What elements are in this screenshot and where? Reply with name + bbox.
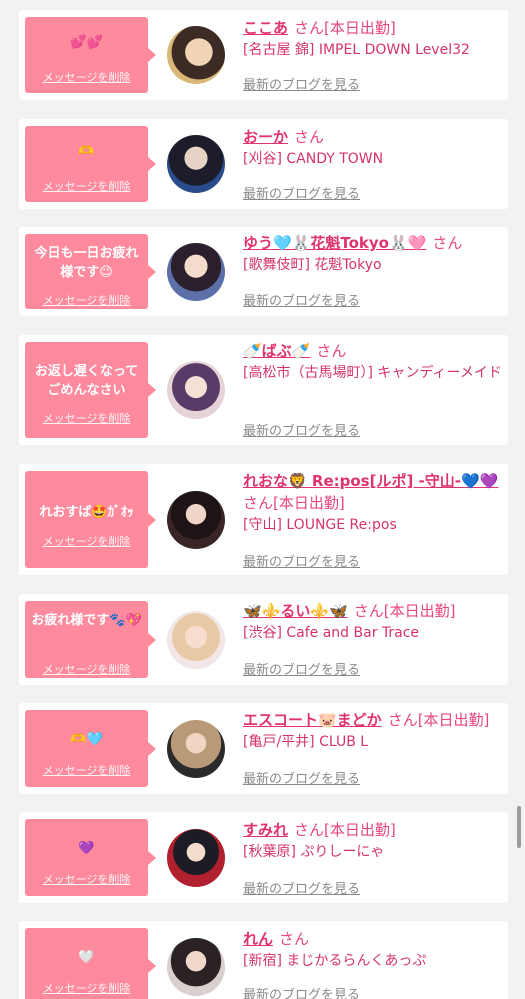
avatar[interactable] <box>167 720 225 778</box>
shop-name: [名古屋 錦] IMPEL DOWN Level32 <box>243 42 470 58</box>
avatar[interactable] <box>167 361 225 419</box>
shop-name: [歌舞伎町] 花魁Tokyo <box>243 257 382 273</box>
list-item: お疲れ様です🐾💖 メッセージを削除 🦋⚜️るい⚜️🦋 さん[本日出勤] [渋谷] … <box>19 594 508 685</box>
message-text: お疲れ様です🐾💖 <box>31 613 142 628</box>
list-item: 💕💕 メッセージを削除 ここあ さん[本日出勤] [名古屋 錦] IMPEL DO… <box>19 10 508 100</box>
shop-name: [渋谷] Cafe and Bar Trace <box>243 625 420 641</box>
honorific: さん <box>432 234 463 252</box>
avatar[interactable] <box>167 938 225 996</box>
delete-message-link[interactable]: メッセージを削除 <box>25 661 148 677</box>
message-bubble: れおすば🤩ｶﾞｵｯ メッセージを削除 <box>25 471 148 568</box>
list-item: 🤍 メッセージを削除 れん さん [新宿] まじかるらんくあっぷ 最新のブログを見… <box>19 921 508 999</box>
delete-message-link[interactable]: メッセージを削除 <box>25 178 148 194</box>
shop-name: [守山] LOUNGE Re:pos <box>243 517 397 533</box>
avatar[interactable] <box>167 243 225 301</box>
honorific: さん <box>279 930 310 948</box>
shop-name: [新宿] まじかるらんくあっぷ <box>243 953 427 969</box>
avatar[interactable] <box>167 135 225 193</box>
shop-name: [秋葉原] ぷりしーにゃ <box>243 844 385 860</box>
message-bubble: 🫶 メッセージを削除 <box>25 126 148 202</box>
honorific: さん <box>387 711 418 729</box>
delete-message-link[interactable]: メッセージを削除 <box>25 410 148 426</box>
avatar[interactable] <box>167 611 225 669</box>
message-text: 🫶🩵 <box>70 732 103 747</box>
list-item: 💜 メッセージを削除 すみれ さん[本日出勤] [秋葉原] ぷりしーにゃ 最新のブ… <box>19 812 508 903</box>
avatar[interactable] <box>167 26 225 84</box>
message-bubble: 今日も一日お疲れ様です😉 メッセージを削除 <box>25 234 148 309</box>
blog-link[interactable]: 最新のブログを見る <box>243 420 360 439</box>
shop-name: [刈谷] CANDY TOWN <box>243 151 384 167</box>
delete-message-link[interactable]: メッセージを削除 <box>25 871 148 887</box>
blog-link[interactable]: 最新のブログを見る <box>243 551 360 570</box>
message-text: お返し遅くなってごめんなさい <box>34 364 139 398</box>
delete-message-link[interactable]: メッセージを削除 <box>25 980 148 996</box>
user-name-link[interactable]: 🦋⚜️るい⚜️🦋 <box>243 602 348 620</box>
message-text: れおすば🤩ｶﾞｵｯ <box>39 505 134 520</box>
status-badge: [本日出勤] <box>324 19 396 37</box>
avatar[interactable] <box>167 829 225 887</box>
status-badge: [本日出勤] <box>383 602 456 620</box>
user-name-link[interactable]: エスコート🐷まどか <box>243 711 382 729</box>
honorific: さん <box>294 19 325 37</box>
honorific: さん <box>243 494 274 512</box>
user-name-link[interactable]: すみれ <box>243 821 288 839</box>
blog-link[interactable]: 最新のブログを見る <box>243 74 360 93</box>
list-item: 🫶🩵 メッセージを削除 エスコート🐷まどか さん[本日出勤] [亀戸/平井] CL… <box>19 703 508 794</box>
blog-link[interactable]: 最新のブログを見る <box>243 768 360 787</box>
user-name-link[interactable]: ここあ <box>243 19 288 37</box>
status-badge: [本日出勤] <box>273 494 345 512</box>
blog-link[interactable]: 最新のブログを見る <box>243 984 360 999</box>
message-bubble: 💜 メッセージを削除 <box>25 819 148 896</box>
message-bubble: 🤍 メッセージを削除 <box>25 928 148 999</box>
delete-message-link[interactable]: メッセージを削除 <box>25 762 148 778</box>
message-bubble: 🫶🩵 メッセージを削除 <box>25 710 148 787</box>
message-bubble: 💕💕 メッセージを削除 <box>25 17 148 93</box>
list-item: れおすば🤩ｶﾞｵｯ メッセージを削除 れおな🦁 Re:pos[ルポ] -守山-💙… <box>19 464 508 575</box>
status-badge: [本日出勤] <box>324 821 396 839</box>
list-item: 🫶 メッセージを削除 おーか さん [刈谷] CANDY TOWN 最新のブログを… <box>19 119 508 209</box>
blog-link[interactable]: 最新のブログを見る <box>243 659 360 678</box>
user-name-link[interactable]: 🍼ばぶ🍼 <box>243 342 310 360</box>
honorific: さん <box>316 342 347 360</box>
shop-name: [亀戸/平井] CLUB L <box>243 734 369 750</box>
message-bubble: お疲れ様です🐾💖 メッセージを削除 <box>25 601 148 678</box>
message-text: 🫶 <box>78 144 95 159</box>
message-text: 💕💕 <box>70 35 103 50</box>
message-text: 💜 <box>78 841 95 856</box>
status-badge: [本日出勤] <box>417 711 490 729</box>
honorific: さん <box>353 602 384 620</box>
user-name-link[interactable]: れおな🦁 Re:pos[ルポ] -守山-💙💜 <box>243 472 498 490</box>
message-text: 🤍 <box>78 950 95 965</box>
blog-link[interactable]: 最新のブログを見る <box>243 183 360 202</box>
shop-name: [高松市（古馬場町）] キャンディーメイド <box>243 365 502 381</box>
delete-message-link[interactable]: メッセージを削除 <box>25 292 148 308</box>
blog-link[interactable]: 最新のブログを見る <box>243 878 360 897</box>
user-name-link[interactable]: おーか <box>243 128 288 146</box>
avatar[interactable] <box>167 491 225 549</box>
list-item: お返し遅くなってごめんなさい メッセージを削除 🍼ばぶ🍼 さん [高松市（古馬場町… <box>19 335 508 445</box>
honorific: さん <box>294 128 325 146</box>
delete-message-link[interactable]: メッセージを削除 <box>25 69 148 85</box>
scroll-indicator[interactable] <box>517 806 521 848</box>
user-name-link[interactable]: れん <box>243 930 273 948</box>
list-item: 今日も一日お疲れ様です😉 メッセージを削除 ゆう🩵🐰花魁Tokyo🐰🩷 さん [歌… <box>19 227 508 316</box>
message-text: 今日も一日お疲れ様です😉 <box>34 246 139 280</box>
blog-link[interactable]: 最新のブログを見る <box>243 290 360 309</box>
delete-message-link[interactable]: メッセージを削除 <box>25 533 148 549</box>
message-bubble: お返し遅くなってごめんなさい メッセージを削除 <box>25 342 148 438</box>
user-name-link[interactable]: ゆう🩵🐰花魁Tokyo🐰🩷 <box>243 234 426 252</box>
honorific: さん <box>294 821 325 839</box>
